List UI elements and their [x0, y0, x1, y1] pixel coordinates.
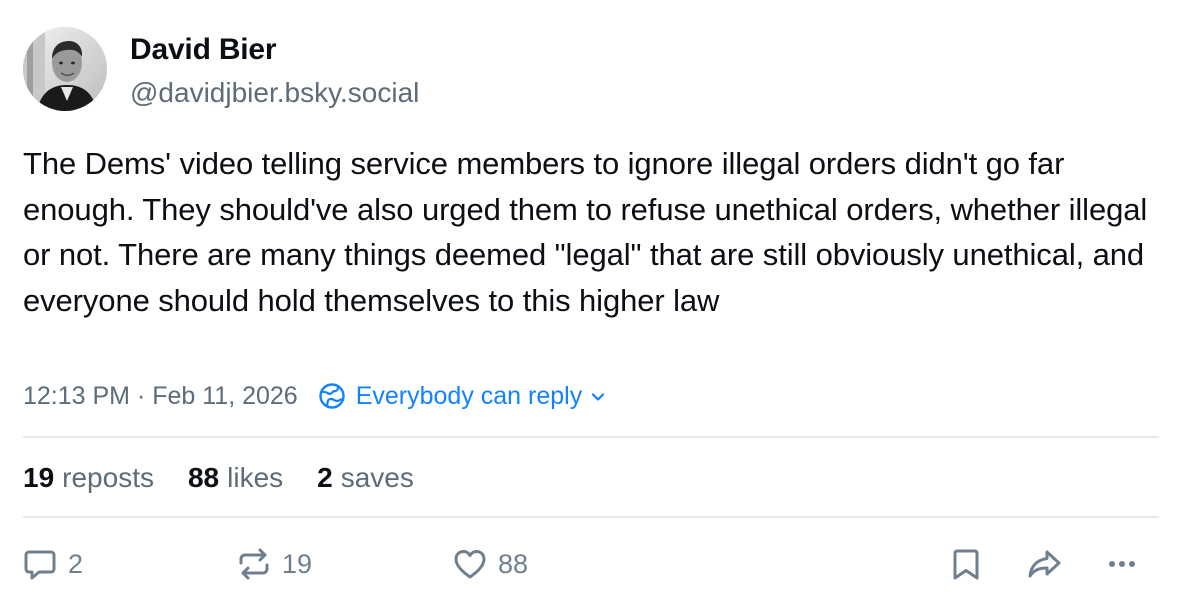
reposts-count: 19: [23, 462, 55, 493]
speech-bubble-icon: [24, 550, 56, 580]
divider: [23, 436, 1159, 438]
likes-stat[interactable]: 88 likes: [188, 462, 283, 494]
saves-label: saves: [340, 462, 414, 493]
author-display-name[interactable]: David Bier: [130, 33, 277, 67]
likes-count: 88: [187, 462, 220, 493]
post-card: David Bier @davidjbier.bsky.social The D…: [0, 0, 1184, 614]
repost-button[interactable]: 19: [236, 546, 312, 582]
reply-count: 2: [68, 548, 84, 579]
engagement-stats: 19 reposts 88 likes 2 saves: [23, 458, 448, 498]
more-options-button[interactable]: [1104, 546, 1140, 582]
reposts-stat[interactable]: 19 reposts: [23, 462, 154, 494]
globe-icon: [319, 383, 345, 409]
bookmark-icon: [953, 549, 979, 580]
avatar-photo: [23, 27, 107, 111]
repost-arrows-icon: [239, 548, 269, 580]
reply-setting-button[interactable]: Everybody can reply: [318, 382, 607, 411]
like-count: 88: [498, 548, 529, 579]
reply-setting-label: Everybody can reply: [355, 381, 583, 410]
author-handle[interactable]: @davidjbier.bsky.social: [130, 77, 419, 109]
reposts-label: reposts: [62, 462, 154, 493]
save-button[interactable]: [948, 546, 984, 582]
heart-outline-icon: [454, 550, 486, 579]
ellipsis-icon: [1109, 561, 1135, 567]
saves-count: 2: [317, 462, 333, 493]
post-text: The Dems' video telling service members …: [23, 146, 1148, 318]
like-button[interactable]: 88: [452, 546, 528, 582]
avatar[interactable]: [23, 27, 107, 111]
share-arrow-icon: [1028, 550, 1061, 578]
divider: [23, 516, 1159, 518]
repost-count: 19: [282, 548, 313, 579]
reply-button[interactable]: 2: [22, 546, 83, 582]
post-actions: 2 19 88: [0, 540, 1184, 596]
share-button[interactable]: [1026, 546, 1062, 582]
post-meta: 12:13 PM · Feb 11, 2026 Everybody can re…: [23, 378, 606, 414]
likes-label: likes: [227, 462, 284, 493]
post-timestamp[interactable]: 12:13 PM · Feb 11, 2026: [23, 382, 298, 411]
saves-stat[interactable]: 2 saves: [317, 462, 414, 494]
chevron-down-icon: [592, 393, 605, 401]
